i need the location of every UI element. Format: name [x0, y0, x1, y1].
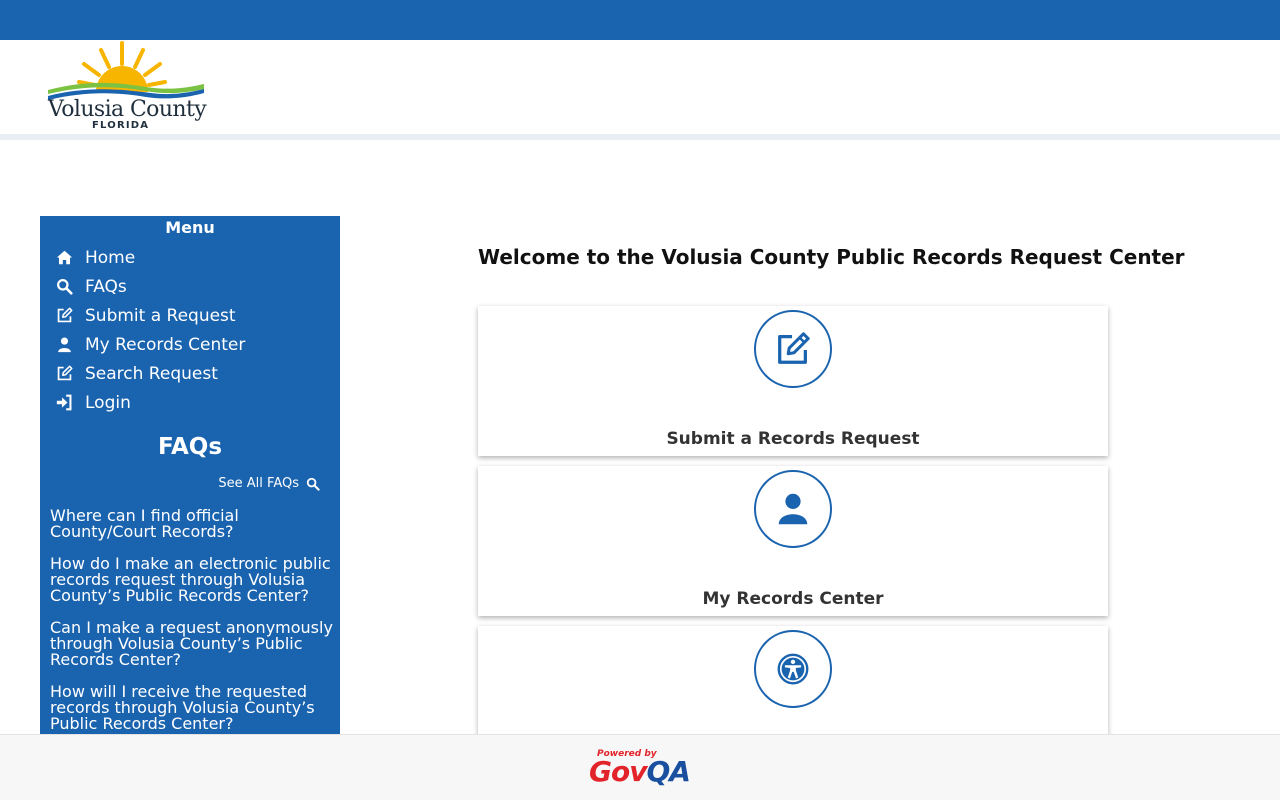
my-records-center-card[interactable]: My Records Center [478, 466, 1108, 616]
card-label: Submit a Records Request [666, 429, 920, 449]
menu-item-label: My Records Center [85, 334, 246, 355]
menu-list: Home FAQs Submit a Request My Records Ce… [54, 243, 245, 417]
user-icon [778, 493, 808, 525]
edit-icon [54, 306, 74, 326]
faq-list: Where can I find official County/Court R… [50, 508, 335, 736]
menu-item-label: Home [85, 247, 136, 268]
card-icon-circle [754, 310, 832, 388]
menu-item-submit-request[interactable]: Submit a Request [54, 301, 245, 330]
logo-county-name: Volusia County [48, 97, 207, 122]
menu-title: Menu [165, 218, 215, 237]
govqa-logo-gov: Gov [589, 755, 647, 788]
submit-records-request-card[interactable]: Submit a Records Request [478, 306, 1108, 456]
faq-link[interactable]: Where can I find official County/Court R… [50, 508, 335, 540]
card-label: My Records Center [702, 589, 884, 609]
home-icon [54, 248, 74, 268]
menu-item-label: Search Request [85, 363, 218, 384]
sidebar: Menu Home FAQs Submit a Request My Recor… [40, 216, 340, 736]
menu-item-label: Login [85, 392, 131, 413]
govqa-logo-qa: QA [646, 755, 690, 788]
menu-item-search-request[interactable]: Search Request [54, 359, 245, 388]
login-icon [54, 393, 74, 413]
header-divider [0, 134, 1280, 140]
govqa-logo: GovQA [589, 755, 691, 788]
menu-item-home[interactable]: Home [54, 243, 245, 272]
page-title: Welcome to the Volusia County Public Rec… [478, 245, 1185, 269]
faq-section-title: FAQs [157, 434, 223, 460]
menu-item-label: FAQs [85, 276, 127, 297]
menu-item-faqs[interactable]: FAQs [54, 272, 245, 301]
card-icon-circle [754, 630, 832, 708]
logo-state-name: FLORIDA [92, 120, 150, 131]
menu-item-login[interactable]: Login [54, 388, 245, 417]
top-bar [0, 0, 1280, 40]
faq-link[interactable]: How will I receive the requested records… [50, 684, 335, 732]
edit-icon [778, 332, 810, 364]
menu-item-my-records-center[interactable]: My Records Center [54, 330, 245, 359]
see-all-faqs-link[interactable]: See All FAQs [218, 476, 320, 491]
menu-item-label: Submit a Request [85, 305, 236, 326]
accessibility-icon [777, 653, 809, 685]
user-icon [54, 335, 74, 355]
card-icon-circle [754, 470, 832, 548]
edit-icon [54, 364, 74, 384]
faq-link[interactable]: How do I make an electronic public recor… [50, 556, 335, 604]
search-icon [306, 477, 320, 491]
see-all-faqs-label: See All FAQs [218, 476, 299, 491]
faq-link[interactable]: Can I make a request anonymously through… [50, 620, 335, 668]
search-icon [54, 277, 74, 297]
